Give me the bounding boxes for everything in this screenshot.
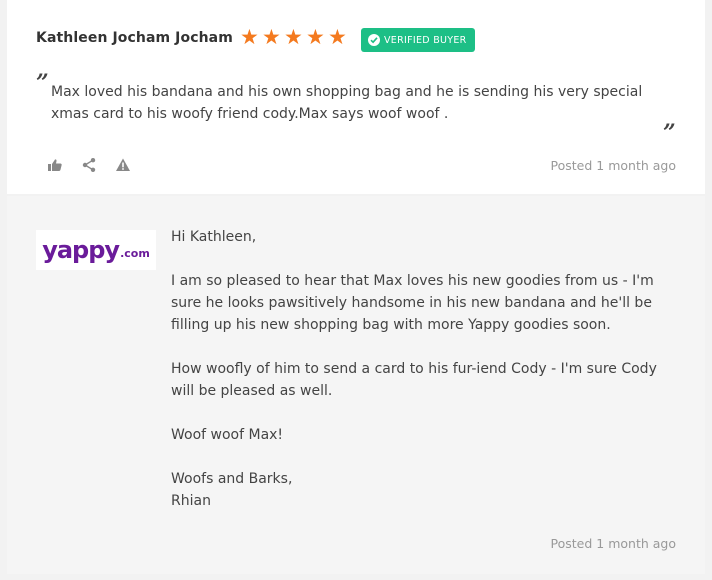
review-text: Max loved his bandana and his own shoppi… xyxy=(51,84,643,122)
star-icon: ★ xyxy=(328,25,347,49)
reply-paragraph: How woofly of him to send a card to his … xyxy=(171,361,657,399)
review-posted-time: Posted 1 month ago xyxy=(550,158,676,173)
report-warning-icon[interactable] xyxy=(115,157,131,173)
star-icon: ★ xyxy=(240,25,259,49)
share-icon[interactable] xyxy=(81,157,97,173)
star-icon: ★ xyxy=(284,25,303,49)
thumbs-up-icon[interactable] xyxy=(47,157,63,173)
verified-buyer-badge: VERIFIED BUYER xyxy=(361,28,475,52)
yappy-logo: yappy .com xyxy=(36,230,156,270)
reply-paragraph: Woof woof Max! xyxy=(171,427,284,443)
reply-paragraph: I am so pleased to hear that Max loves h… xyxy=(171,273,654,333)
reply-body: Hi Kathleen, I am so pleased to hear tha… xyxy=(171,226,681,512)
review-actions xyxy=(47,157,131,173)
close-quote-icon: ” xyxy=(663,120,676,146)
open-quote-icon: ” xyxy=(36,70,49,96)
star-rating: ★ ★ ★ ★ ★ xyxy=(240,25,348,49)
review-card: Kathleen Jocham Jocham ★ ★ ★ ★ ★ VERIFIE… xyxy=(7,0,705,194)
reply-posted-time: Posted 1 month ago xyxy=(550,536,676,551)
star-icon: ★ xyxy=(306,25,325,49)
logo-wordmark: yappy xyxy=(42,236,120,264)
verified-buyer-label: VERIFIED BUYER xyxy=(384,34,467,46)
reviewer-name: Kathleen Jocham Jocham xyxy=(36,30,233,46)
logo-suffix: .com xyxy=(120,246,150,260)
star-icon: ★ xyxy=(262,25,281,49)
reply-signature: Rhian xyxy=(171,493,211,509)
check-circle-icon xyxy=(368,34,380,46)
reply-signoff: Woofs and Barks, Rhian xyxy=(171,468,681,512)
reply-signoff-line: Woofs and Barks, xyxy=(171,471,293,487)
reply-greeting: Hi Kathleen, xyxy=(171,229,257,245)
merchant-reply-card: yappy .com Hi Kathleen, I am so pleased t… xyxy=(7,196,705,574)
